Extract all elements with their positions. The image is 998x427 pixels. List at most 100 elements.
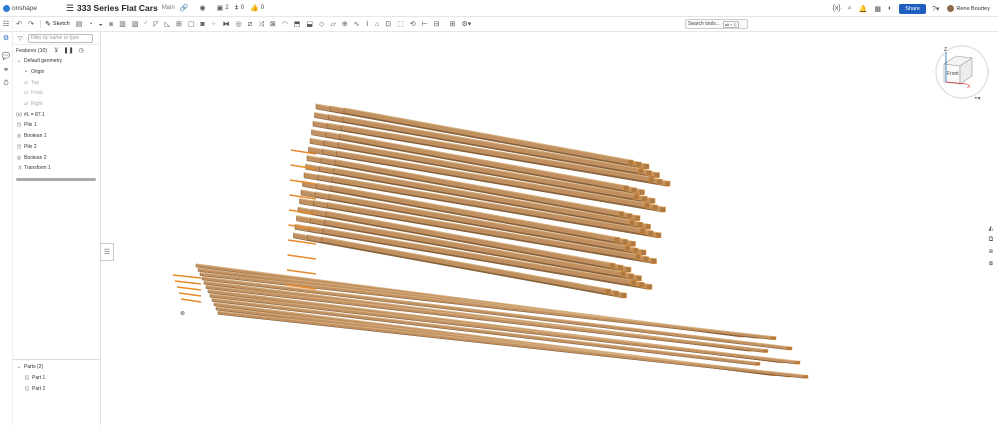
filter-input[interactable]: Filter by name or type xyxy=(27,33,93,43)
boolean-icon: ◎ xyxy=(16,154,22,161)
rollback-icon[interactable]: ⊻ xyxy=(54,47,58,54)
clock-icon[interactable]: ◷ xyxy=(79,47,84,54)
section-icon[interactable]: ⊟ xyxy=(434,21,440,28)
help-icon[interactable]: ?▾ xyxy=(932,5,939,13)
part-label: Part 2 xyxy=(32,385,46,392)
branch-name[interactable]: Main xyxy=(162,5,175,11)
parts-icon[interactable]: ⚭ xyxy=(0,66,12,74)
app-store-icon[interactable]: ▦ xyxy=(874,5,881,13)
versions-icon[interactable]: ▣ xyxy=(217,4,224,12)
view-cube-face-label: Front xyxy=(947,71,959,77)
fillet-icon[interactable]: ◜ xyxy=(145,21,148,28)
board-part2 xyxy=(199,272,777,340)
shell-icon[interactable]: ▢ xyxy=(188,21,195,28)
mate-connector-icon[interactable]: ⊕ xyxy=(342,21,348,28)
like-icon[interactable]: 👍 xyxy=(250,4,259,12)
feature-item[interactable]: • Origin xyxy=(13,67,100,78)
graphics-viewport[interactable] xyxy=(101,32,998,425)
offset-surface-icon[interactable]: ◇ xyxy=(319,21,324,28)
transform-icon[interactable]: ⤨ xyxy=(258,21,264,28)
part-model-view[interactable] xyxy=(101,32,998,425)
delete-part-icon[interactable]: ⊠ xyxy=(270,21,276,28)
branch-icon[interactable]: ǂ xyxy=(235,5,239,12)
undo-icon[interactable]: ↶ xyxy=(16,21,22,28)
extrude-icon[interactable]: ▤ xyxy=(76,21,83,28)
part-item[interactable]: ◱ Part 2 xyxy=(13,383,101,394)
part-icon: ◱ xyxy=(24,375,30,382)
parts-header[interactable]: ⌄ Parts (2) xyxy=(13,362,101,373)
feature-item[interactable]: ⌄ Default geometry xyxy=(13,56,100,67)
sketch-label: Sketch xyxy=(52,21,70,27)
search-icon[interactable]: ⌕ xyxy=(848,5,852,13)
link-icon[interactable]: 🔗 xyxy=(180,4,189,12)
sketch-button[interactable]: ✎ Sketch xyxy=(40,20,70,28)
feature-item[interactable]: ◎ Boolean 2 xyxy=(13,152,100,163)
thicken-icon[interactable]: ▥ xyxy=(119,21,126,28)
feature-item[interactable]: ⤨ Transform 1 xyxy=(13,163,100,174)
feature-item[interactable]: ▱ Front xyxy=(13,88,100,99)
filter-icon[interactable]: ▽ xyxy=(18,35,23,42)
chamfer-icon[interactable]: ◸ xyxy=(153,21,158,28)
feature-label: Boolean 1 xyxy=(24,133,47,140)
pattern-icon[interactable]: ⁘ xyxy=(211,21,217,28)
sweep-icon[interactable]: ◒ xyxy=(99,21,103,28)
frame-icon[interactable]: ⊡ xyxy=(385,21,391,28)
add-custom-feature-icon[interactable]: ⊞ xyxy=(450,21,456,28)
curve-icon[interactable]: ⟲ xyxy=(410,21,416,28)
fit-spline-icon[interactable]: ⌇ xyxy=(366,21,369,28)
comments-icon[interactable]: 💬 xyxy=(0,52,12,60)
helix-icon[interactable]: ∿ xyxy=(354,21,360,28)
feature-item[interactable]: ▱ Right xyxy=(13,99,100,110)
mirror-icon[interactable]: ⧓ xyxy=(223,21,230,28)
parts-title: Parts (2) xyxy=(24,364,44,371)
appearance-panel-icon[interactable]: ◭ xyxy=(984,224,998,232)
features-tab-icon[interactable]: ☷ xyxy=(0,20,12,28)
avatar[interactable] xyxy=(947,5,955,12)
featurescript-icon[interactable]: ⚙▾ xyxy=(461,21,471,28)
onshape-logo[interactable]: onshape xyxy=(3,4,41,12)
feature-label: Top xyxy=(31,79,40,86)
feature-item[interactable]: ◎ Boolean 1 xyxy=(13,131,100,142)
notifications-icon[interactable]: 🔔 xyxy=(859,5,868,13)
revolve-icon[interactable]: ◔ xyxy=(88,21,92,28)
split-icon[interactable]: ⧄ xyxy=(248,21,252,28)
share-button[interactable]: Share xyxy=(899,3,926,14)
move-face-icon[interactable]: ⬒ xyxy=(294,21,301,28)
surface-icon[interactable]: ⬚ xyxy=(397,21,404,28)
plane-icon[interactable]: ▱ xyxy=(330,21,335,28)
sheet-metal-icon[interactable]: ⌂ xyxy=(375,21,379,28)
variable-table-icon[interactable]: ⧈ xyxy=(984,248,998,256)
feature-list-scrollbar[interactable] xyxy=(16,177,96,181)
user-name[interactable]: Rene Bourtey xyxy=(956,6,990,12)
hole-icon[interactable]: ◙ xyxy=(201,21,205,28)
draft-icon[interactable]: ◺ xyxy=(165,21,170,28)
replace-face-icon[interactable]: ⬓ xyxy=(306,21,313,28)
enclose-icon[interactable]: ▧ xyxy=(132,21,139,28)
view-cube[interactable]: Front Z X ◓▾ ‹ › xyxy=(930,42,994,104)
pause-icon[interactable]: ❚❚ xyxy=(64,47,74,54)
redo-icon[interactable]: ↷ xyxy=(28,21,34,28)
feature-item[interactable]: ▱ Top xyxy=(13,77,100,88)
feature-item[interactable]: ◳ Pile 2 xyxy=(13,142,100,153)
modify-fillet-icon[interactable]: ◠ xyxy=(282,21,288,28)
code-icon[interactable]: {x} xyxy=(833,5,841,12)
globe-icon[interactable]: ◉ xyxy=(200,4,206,12)
learning-icon[interactable]: ◐ xyxy=(888,5,892,12)
rib-icon[interactable]: ⊞ xyxy=(176,21,182,28)
feature-item[interactable]: (x) #L = 87.1 xyxy=(13,109,100,120)
feature-item[interactable]: ◳ Pile 1 xyxy=(13,120,100,131)
measure-icon[interactable]: ⊢ xyxy=(422,21,428,28)
dowel xyxy=(176,286,202,291)
configurations-icon[interactable]: ⚙ xyxy=(0,34,12,42)
chevron-down-icon: ⌄ xyxy=(16,364,22,371)
menu-icon[interactable]: ☰ xyxy=(66,3,74,14)
configuration-panel-icon[interactable]: ⧇ xyxy=(984,260,998,268)
boolean-icon: ◎ xyxy=(16,133,22,140)
part-item[interactable]: ◱ Part 1 xyxy=(13,373,101,384)
history-icon[interactable]: ⏱ xyxy=(0,80,12,88)
mass-properties-icon[interactable]: ⧉ xyxy=(984,236,998,244)
loft-icon[interactable]: ⧈ xyxy=(109,21,113,28)
search-tools-input[interactable]: Search tools... alt + C xyxy=(685,19,748,29)
boolean-icon[interactable]: ◎ xyxy=(236,21,242,28)
document-title[interactable]: 333 Series Flat Cars xyxy=(77,3,158,13)
